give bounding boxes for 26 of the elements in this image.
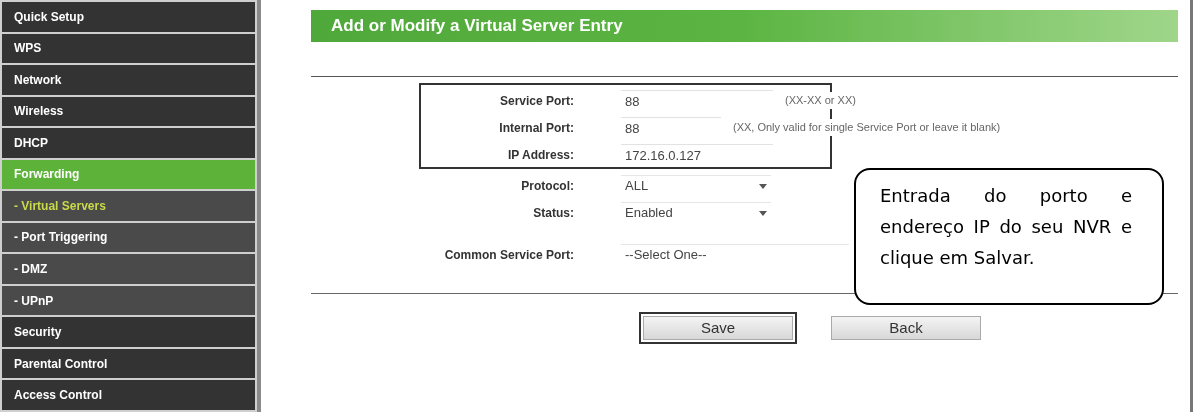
sidebar-item[interactable]: Security bbox=[2, 317, 255, 347]
sidebar-item[interactable]: Access Control bbox=[2, 380, 255, 410]
sidebar-item[interactable]: - UPnP bbox=[2, 285, 255, 316]
callout-text: Entrada do porto e endereço IP do seu NVR e clique em Salvar. bbox=[880, 184, 1132, 270]
sidebar-item[interactable]: DHCP bbox=[2, 128, 255, 158]
caret-icon bbox=[759, 210, 767, 216]
sidebar-item[interactable]: - Port Triggering bbox=[2, 222, 255, 253]
sidebar-item[interactable]: - Virtual Servers bbox=[2, 191, 255, 221]
sidebar-item[interactable]: WPS bbox=[2, 33, 255, 64]
form-button[interactable]: Save bbox=[643, 316, 793, 340]
field-label: Internal Port: bbox=[498, 119, 574, 137]
form-button[interactable]: Back bbox=[831, 316, 981, 340]
field-label: Status: bbox=[532, 204, 574, 222]
sidebar-item[interactable]: Wireless bbox=[2, 96, 255, 127]
sidebar-item[interactable]: Quick Setup bbox=[2, 2, 255, 32]
field-label: Common Service Port: bbox=[443, 246, 574, 264]
sidebar-item[interactable]: - DMZ bbox=[2, 254, 255, 284]
sidebar-item[interactable]: Network bbox=[2, 65, 255, 95]
panel-header: Add or Modify a Virtual Server Entry bbox=[311, 10, 1178, 42]
field-label: IP Address: bbox=[506, 146, 574, 164]
field-label: Protocol: bbox=[520, 177, 574, 195]
sidebar-item[interactable]: Parental Control bbox=[2, 348, 255, 379]
caret-icon bbox=[759, 183, 767, 189]
field-label: Service Port: bbox=[498, 92, 574, 110]
field-hint: (XX, Only valid for single Service Port or leave it blank) bbox=[731, 119, 1003, 136]
field-hint: (XX-XX or XX) bbox=[783, 92, 858, 109]
